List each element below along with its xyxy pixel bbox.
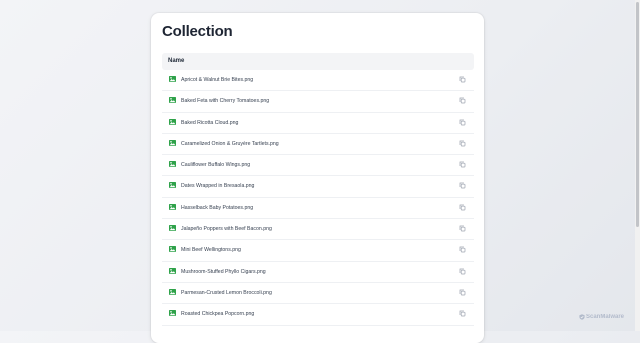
- file-name[interactable]: Apricot & Walnut Brie Bites.png: [181, 76, 253, 84]
- vertical-scrollbar[interactable]: [635, 0, 640, 331]
- image-file-icon: [169, 203, 176, 210]
- table-row[interactable]: Cauliflower Buffalo Wings.png: [162, 155, 474, 177]
- file-name[interactable]: Roasted Chickpea Popcorn.png: [181, 310, 254, 318]
- scanmalware-logo-icon: [579, 314, 585, 320]
- file-name[interactable]: Dates Wrapped in Bresaola.png: [181, 182, 254, 190]
- image-file-icon: [169, 161, 176, 168]
- copy-icon[interactable]: [459, 161, 466, 168]
- table-row[interactable]: Apricot & Walnut Brie Bites.png: [162, 70, 474, 92]
- copy-icon[interactable]: [459, 140, 466, 147]
- file-list: Apricot & Walnut Brie Bites.png Baked Fet…: [162, 70, 474, 326]
- image-file-icon: [169, 267, 176, 274]
- image-file-icon: [169, 246, 176, 253]
- table-row[interactable]: Baked Ricotta Cloud.png: [162, 113, 474, 134]
- image-file-icon: [169, 139, 176, 146]
- image-file-icon: [169, 288, 176, 295]
- copy-icon[interactable]: [459, 97, 466, 104]
- collection-card: Collection Name Apricot & Walnut Brie Bi…: [151, 13, 484, 343]
- copy-icon[interactable]: [459, 225, 466, 232]
- image-file-icon: [169, 76, 176, 82]
- table-row[interactable]: Parmesan-Crusted Lemon Broccoli.png: [162, 283, 474, 305]
- copy-icon[interactable]: [459, 246, 466, 253]
- copy-icon[interactable]: [459, 182, 466, 189]
- watermark: ScanMalware: [579, 313, 624, 321]
- copy-icon[interactable]: [459, 289, 466, 296]
- table-row[interactable]: Jalapeño Poppers with Beef Bacon.png: [162, 219, 474, 241]
- file-name[interactable]: Jalapeño Poppers with Beef Bacon.png: [181, 225, 272, 233]
- copy-icon[interactable]: [459, 119, 466, 126]
- page-title: Collection: [162, 23, 233, 40]
- file-name[interactable]: Hasselback Baby Potatoes.png: [181, 204, 253, 212]
- table-row[interactable]: Caramelized Onion & Gruyère Tartlets.png: [162, 134, 474, 156]
- image-file-icon: [169, 182, 176, 189]
- table-row[interactable]: Hasselback Baby Potatoes.png: [162, 198, 474, 220]
- file-name[interactable]: Caramelized Onion & Gruyère Tartlets.png: [181, 140, 279, 148]
- copy-icon[interactable]: [459, 76, 466, 83]
- copy-icon[interactable]: [459, 204, 466, 211]
- file-name[interactable]: Mushroom-Stuffed Phyllo Cigars.png: [181, 268, 266, 276]
- column-header-name[interactable]: Name: [168, 57, 184, 66]
- table-row[interactable]: Mini Beef Wellingtons.png: [162, 240, 474, 262]
- image-file-icon: [169, 225, 176, 232]
- file-name[interactable]: Baked Feta with Cherry Tomatoes.png: [181, 97, 269, 105]
- table-row[interactable]: Roasted Chickpea Popcorn.png: [162, 304, 474, 326]
- copy-icon[interactable]: [459, 310, 466, 317]
- file-name[interactable]: Parmesan-Crusted Lemon Broccoli.png: [181, 289, 272, 297]
- table-header: Name: [162, 53, 474, 70]
- image-file-icon: [169, 310, 176, 317]
- scrollbar-thumb[interactable]: [636, 2, 639, 227]
- file-name[interactable]: Cauliflower Buffalo Wings.png: [181, 161, 250, 169]
- table-row[interactable]: Baked Feta with Cherry Tomatoes.png: [162, 91, 474, 113]
- copy-icon[interactable]: [459, 268, 466, 275]
- table-row[interactable]: Dates Wrapped in Bresaola.png: [162, 176, 474, 198]
- watermark-text: ScanMalware: [586, 314, 625, 320]
- image-file-icon: [169, 97, 176, 104]
- file-name[interactable]: Baked Ricotta Cloud.png: [181, 119, 238, 127]
- file-name[interactable]: Mini Beef Wellingtons.png: [181, 246, 241, 254]
- image-file-icon: [169, 118, 176, 125]
- table-row[interactable]: Mushroom-Stuffed Phyllo Cigars.png: [162, 262, 474, 283]
